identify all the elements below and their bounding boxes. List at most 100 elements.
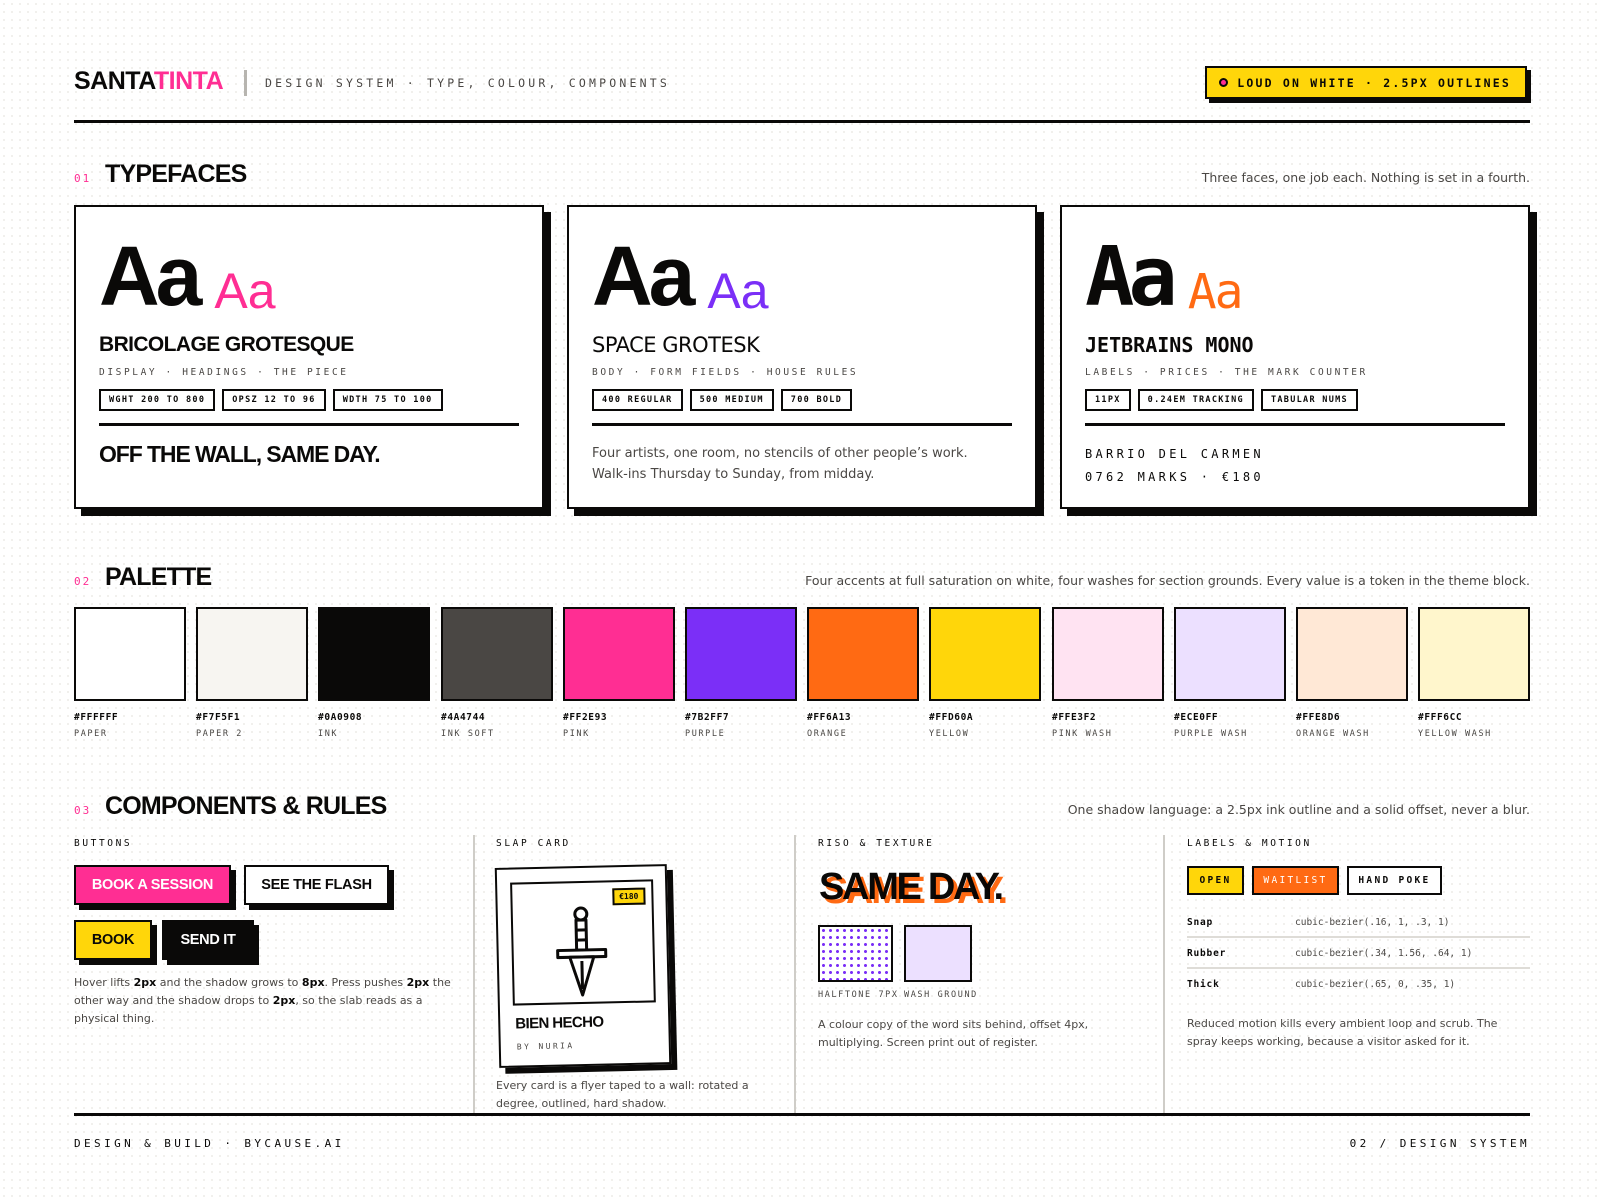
buttons-description: Hover lifts 2px and the shadow grows to …	[74, 974, 454, 1028]
swatch-name: PURPLE	[685, 729, 726, 739]
typeface-roles: LABELS · PRICES · THE MARK COUNTER	[1085, 367, 1368, 378]
hand-poke-tag: HAND POKE	[1347, 866, 1442, 895]
swatch-name: PAPER 2	[196, 729, 244, 739]
swatch-color	[563, 607, 675, 701]
desc-value: 2px	[406, 976, 430, 989]
halftone-caption: HALFTONE 7PX	[818, 990, 899, 1000]
riso-main-word: SAME DAY.	[819, 866, 1004, 908]
typeface-chips: 11PX 0.24EM TRACKING TABULAR NUMS	[1085, 389, 1505, 411]
section-note: One shadow language: a 2.5px ink outline…	[1067, 802, 1530, 817]
section-title: PALETTE	[105, 563, 212, 591]
send-it-button[interactable]: SEND IT	[162, 920, 254, 960]
swatch-hex: #FFFFFF	[74, 712, 119, 723]
book-session-button[interactable]: BOOK A SESSION	[74, 865, 231, 905]
riso-word: SAME DAY. SAME DAY.	[819, 866, 1008, 912]
flyer-title: BIEN HECHO	[515, 1013, 604, 1033]
chip: WGHT 200 TO 800	[99, 389, 216, 411]
chip: 0.24EM TRACKING	[1137, 389, 1254, 411]
pink-dot-icon	[1219, 78, 1229, 87]
footer-rule	[74, 1113, 1530, 1116]
desc-value: 2px	[133, 976, 157, 989]
section-number: 03	[74, 804, 92, 817]
column-divider	[794, 835, 796, 1113]
header-divider	[244, 70, 247, 96]
specimen-bold: Aa	[1085, 230, 1178, 326]
typeface-chips: 400 REGULAR 500 MEDIUM 700 BOLD	[592, 389, 1012, 411]
see-flash-button[interactable]: SEE THE FLASH	[244, 865, 389, 905]
palette-swatch[interactable]: #FFD60A YELLOW	[929, 607, 1041, 739]
wash-ground-swatch	[904, 925, 972, 982]
section-typefaces-head: 01 TYPEFACES Three faces, one job each. …	[74, 157, 1530, 188]
swatch-color	[807, 607, 919, 701]
specimen-light: Aa	[1187, 264, 1244, 320]
labels-motion-description: Reduced motion kills every ambient loop …	[1187, 1017, 1498, 1048]
slap-card-description: Every card is a flyer taped to a wall: r…	[496, 1079, 749, 1110]
header-badge: LOUD ON WHITE · 2.5PX OUTLINES	[1205, 66, 1527, 99]
swatch-name: PINK WASH	[1052, 729, 1113, 739]
palette-swatch[interactable]: #4A4744 INK SOFT	[441, 607, 553, 739]
palette-swatch[interactable]: #7B2FF7 PURPLE	[685, 607, 797, 739]
slap-card-flyer[interactable]: €180 BIEN HECHO BY NURIA	[494, 864, 672, 1068]
footer-page-label: 02 / DESIGN SYSTEM	[1349, 1137, 1530, 1150]
swatch-name: INK	[318, 729, 339, 739]
chip: WDTH 75 TO 100	[332, 389, 443, 411]
footer-credit[interactable]: DESIGN & BUILD · BYCAUSE.AI	[74, 1137, 345, 1150]
typeface-sample: Four artists, one room, no stencils of o…	[592, 443, 1012, 485]
palette-swatch[interactable]: #FFE3F2 PINK WASH	[1052, 607, 1164, 739]
desc-value: 8px	[301, 976, 325, 989]
swatch-name: YELLOW	[929, 729, 970, 739]
typeface-card-bricolage: Aa Aa BRICOLAGE GROTESQUE DISPLAY · HEAD…	[74, 205, 544, 509]
swatch-color	[929, 607, 1041, 701]
swatch-color	[1174, 607, 1286, 701]
swatch-name: PAPER	[74, 729, 108, 739]
palette-swatch[interactable]: #FFE8D6 ORANGE WASH	[1296, 607, 1408, 739]
wash-caption: WASH GROUND	[904, 990, 978, 1000]
typeface-name: SPACE GROTESK	[592, 333, 760, 357]
palette-swatch[interactable]: #0A0908 INK	[318, 607, 430, 739]
type-specimen: Aa Aa	[1085, 227, 1505, 326]
palette-swatch[interactable]: #FFFFFF PAPER	[74, 607, 186, 739]
chip: 700 BOLD	[780, 389, 853, 411]
swatch-color	[1418, 607, 1530, 701]
palette-swatch[interactable]: #FFF6CC YELLOW WASH	[1418, 607, 1530, 739]
sample-line: BARRIO DEL CARMEN	[1085, 446, 1264, 461]
swatch-color	[196, 607, 308, 701]
specimen-bold: Aa	[99, 229, 202, 324]
section-note: Three faces, one job each. Nothing is se…	[1201, 170, 1530, 185]
price-tag: €180	[611, 887, 646, 906]
motion-name: Rubber	[1187, 948, 1227, 959]
motion-name: Thick	[1187, 979, 1220, 990]
brand-part-1: SANTA	[74, 67, 154, 95]
open-tag: OPEN	[1187, 866, 1244, 895]
swatch-color	[318, 607, 430, 701]
palette-swatch[interactable]: #FF2E93 PINK	[563, 607, 675, 739]
sample-line: Walk-ins Thursday to Sunday, from midday…	[592, 466, 875, 482]
swatch-color	[1052, 607, 1164, 701]
brand-logo[interactable]: SANTATINTA	[74, 67, 224, 96]
labels-motion-label: LABELS & MOTION	[1187, 838, 1312, 849]
palette-swatch[interactable]: #ECE0FF PURPLE WASH	[1174, 607, 1286, 739]
specimen-bold: Aa	[592, 229, 695, 324]
card-rule	[1085, 423, 1505, 426]
palette-swatch[interactable]: #F7F5F1 PAPER 2	[196, 607, 308, 739]
typeface-chips: WGHT 200 TO 800 OPSZ 12 TO 96 WDTH 75 TO…	[99, 389, 519, 411]
type-specimen: Aa Aa	[592, 227, 1012, 324]
waitlist-tag: WAITLIST	[1252, 866, 1339, 895]
brand-part-2: TINTA	[153, 67, 224, 95]
swatch-color	[441, 607, 553, 701]
typeface-roles: DISPLAY · HEADINGS · THE PIECE	[99, 367, 349, 378]
section-components-head: 03 COMPONENTS & RULES One shadow languag…	[74, 789, 1530, 820]
desc-text: and the shadow grows to	[156, 976, 302, 989]
desc-value: 2px	[272, 994, 296, 1007]
swatch-name: PURPLE WASH	[1174, 729, 1248, 739]
book-button[interactable]: BOOK	[74, 920, 152, 960]
swatch-hex: #FF2E93	[563, 712, 608, 723]
palette-swatch[interactable]: #FF6A13 ORANGE	[807, 607, 919, 739]
riso-description: A colour copy of the word sits behind, o…	[818, 1018, 1089, 1049]
typeface-card-space-grotesk: Aa Aa SPACE GROTESK BODY · FORM FIELDS ·…	[567, 205, 1037, 509]
chip: TABULAR NUMS	[1260, 389, 1358, 411]
chip: 400 REGULAR	[592, 389, 683, 411]
swatch-name: PINK	[563, 729, 590, 739]
section-note: Four accents at full saturation on white…	[805, 573, 1530, 588]
typeface-sample: OFF THE WALL, SAME DAY.	[99, 440, 381, 467]
